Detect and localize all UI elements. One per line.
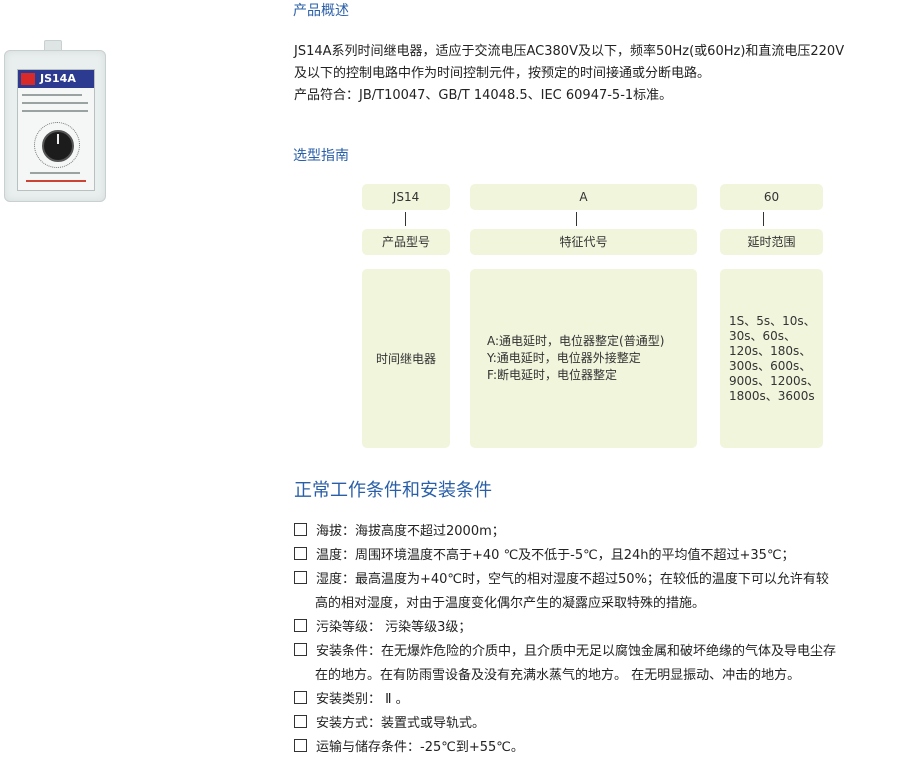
checkbox-icon	[294, 691, 307, 704]
model-label: JS14A	[40, 72, 76, 85]
condition-item: 海拔：海拔高度不超过2000m；	[294, 520, 900, 544]
overview-line: JS14A系列时间继电器，适应于交流电压AC380V及以下，频率50Hz(或60…	[294, 44, 845, 59]
checkbox-icon	[294, 643, 307, 656]
code-box-feature: A	[470, 184, 697, 210]
feature-option: Y:通电延时，电位器外接整定	[487, 351, 641, 365]
model-description: 时间继电器	[375, 352, 436, 366]
checkbox-icon	[294, 619, 307, 632]
feature-option: F:断电延时，电位器整定	[487, 368, 618, 382]
caption-box-delay: 延时范围	[720, 229, 823, 255]
brand-logo	[21, 73, 35, 85]
condition-item: 安装方式：装置式或导轨式。	[294, 712, 900, 736]
plate-text-line	[22, 110, 88, 112]
checkbox-icon	[294, 571, 307, 584]
plate-text-line	[26, 180, 86, 182]
plate-text-line	[22, 102, 88, 104]
overview-line: 及以下的控制电路中作为时间控制元件，按预定的时间接通或分断电路。	[294, 66, 711, 81]
selection-heading: 选型指南	[293, 148, 349, 164]
delay-option: 300s、600s、	[729, 358, 812, 373]
feature-option: A:通电延时，电位器整定(普通型)	[487, 334, 665, 348]
condition-item: 湿度：最高温度为+40℃时，空气的相对湿度不超过50%；在较低的温度下可以允许有…	[294, 568, 900, 616]
condition-item: 温度：周围环境温度不高于+40 ℃及不低于-5℃，且24h的平均值不超过+35℃…	[294, 544, 900, 568]
connector-line	[763, 212, 764, 226]
checkbox-icon	[294, 547, 307, 560]
relay-device: JS14A	[4, 50, 106, 202]
plate-text-line	[22, 94, 82, 96]
checkbox-icon	[294, 715, 307, 728]
desc-box-model: 时间继电器	[362, 269, 450, 448]
condition-item: 运输与储存条件：-25℃到+55℃。	[294, 736, 900, 760]
relay-faceplate: JS14A	[17, 69, 95, 191]
condition-item: 安装类别： Ⅱ 。	[294, 688, 900, 712]
timer-knob	[42, 130, 74, 162]
product-photo: JS14A	[4, 40, 106, 202]
delay-option: 900s、1200s、	[729, 373, 819, 388]
checkbox-icon	[294, 523, 307, 536]
connector-line	[405, 212, 406, 226]
overview-line: 产品符合：JB/T10047、GB/T 14048.5、IEC 60947-5-…	[294, 88, 673, 103]
desc-box-delay: 1S、5s、10s、 30s、60s、 120s、180s、 300s、600s…	[720, 269, 823, 448]
conditions-list: 海拔：海拔高度不超过2000m； 温度：周围环境温度不高于+40 ℃及不低于-5…	[294, 520, 900, 760]
condition-item: 污染等级： 污染等级3级；	[294, 616, 900, 640]
connector-line	[576, 212, 577, 226]
delay-option: 30s、60s、	[729, 328, 797, 343]
overview-text: JS14A系列时间继电器，适应于交流电压AC380V及以下，频率50Hz(或60…	[294, 41, 894, 107]
brand-band: JS14A	[18, 70, 94, 88]
delay-option: 120s、180s、	[729, 343, 812, 358]
delay-option: 1S、5s、10s、	[729, 313, 816, 328]
caption-box-model: 产品型号	[362, 229, 450, 255]
overview-heading: 产品概述	[293, 3, 349, 19]
code-box-model: JS14	[362, 184, 450, 210]
caption-box-feature: 特征代号	[470, 229, 697, 255]
condition-item: 安装条件：在无爆炸危险的介质中，且介质中无足以腐蚀金属和破坏绝缘的气体及导电尘存…	[294, 640, 900, 688]
checkbox-icon	[294, 739, 307, 752]
desc-box-feature: A:通电延时，电位器整定(普通型) Y:通电延时，电位器外接整定 F:断电延时，…	[470, 269, 697, 448]
conditions-heading: 正常工作条件和安装条件	[294, 480, 492, 501]
delay-option: 1800s、3600s	[729, 388, 815, 403]
plate-text-line	[30, 172, 80, 174]
code-box-delay: 60	[720, 184, 823, 210]
